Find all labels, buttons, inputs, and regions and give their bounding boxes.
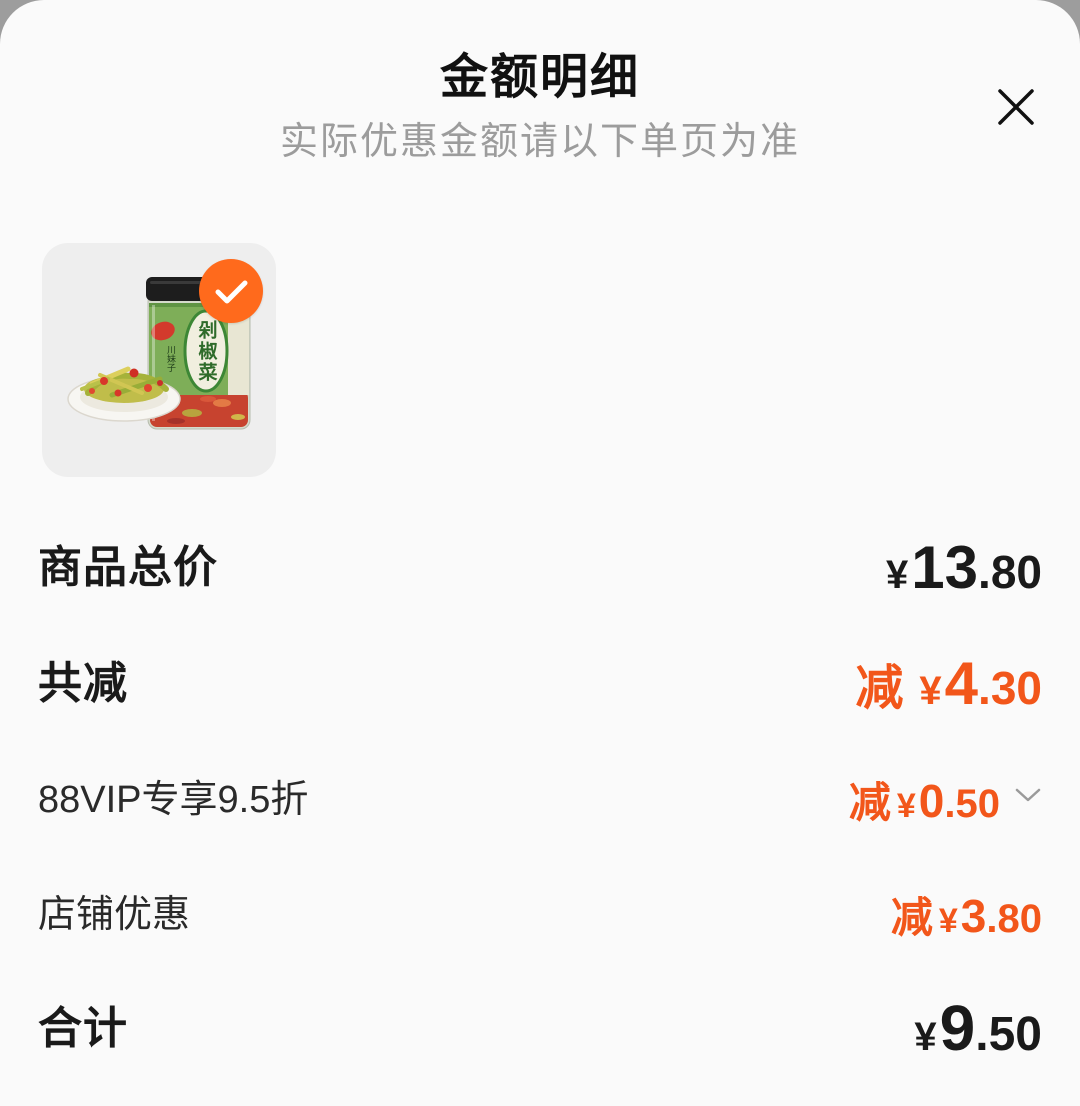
discount-row-store: 店铺优惠 减 ¥ 3.80: [38, 878, 1042, 942]
discount-row-88vip[interactable]: 88VIP专享9.5折 减 ¥ 0.50: [38, 763, 1042, 827]
discount-88vip-label: 88VIP专享9.5折: [38, 778, 309, 821]
amount-decimal: .80: [978, 545, 1042, 598]
chevron-down-icon[interactable]: [1014, 786, 1042, 804]
sheet-title: 金额明细: [439, 51, 640, 104]
total-discount-label: 共减: [38, 659, 128, 708]
amount-integer: 13: [911, 533, 979, 601]
grand-total-value: ¥ 9.50: [914, 991, 1042, 1065]
currency-symbol: ¥: [886, 552, 909, 597]
discount-88vip-amount: 0.50: [919, 774, 1000, 828]
grand-total-label: 合计: [38, 1004, 128, 1053]
amount-decimal: .50: [975, 1008, 1042, 1061]
close-icon: [998, 89, 1034, 125]
goods-total-label: 商品总价: [38, 543, 218, 592]
amount-decimal: .80: [986, 896, 1042, 941]
discount-prefix: 减: [848, 778, 891, 826]
discount-prefix: 减: [855, 662, 904, 715]
discount-store-value: 减 ¥ 3.80: [891, 884, 1042, 945]
currency-symbol: ¥: [919, 669, 942, 713]
goods-total-row: 商品总价 ¥ 13.80: [38, 531, 1042, 601]
amount-integer: 3: [960, 889, 987, 942]
amount-detail-sheet: 金额明细 实际优惠金额请以下单页为准 剁椒菜 川妹子 商品总价 ¥ 13.80 …: [0, 0, 1080, 1106]
amount-decimal: .50: [944, 781, 1000, 826]
grand-total-amount: 9.50: [940, 991, 1042, 1065]
total-discount-row: 共减 减 ¥ 4.30: [38, 647, 1042, 717]
currency-symbol: ¥: [938, 901, 958, 940]
close-button[interactable]: [994, 85, 1038, 129]
sheet-subtitle: 实际优惠金额请以下单页为准: [279, 121, 800, 163]
grand-total-row: 合计 ¥ 9.50: [38, 992, 1042, 1064]
discount-store-amount: 3.80: [961, 889, 1042, 943]
check-icon: [215, 280, 248, 304]
jar-label-text: 剁椒菜: [196, 319, 219, 383]
total-discount-value: 减 ¥ 4.30: [855, 648, 1042, 718]
goods-total-value: ¥ 13.80: [886, 533, 1042, 602]
goods-total-amount: 13.80: [911, 533, 1042, 602]
discount-store-label: 店铺优惠: [38, 893, 191, 936]
discount-88vip-value: 减 ¥ 0.50: [849, 769, 1000, 830]
amount-integer: 9: [939, 992, 976, 1064]
amount-integer: 0: [918, 774, 945, 827]
discount-prefix: 减: [890, 893, 933, 941]
currency-symbol: ¥: [914, 1015, 937, 1059]
selected-check-badge: [199, 259, 263, 323]
amount-integer: 4: [944, 650, 979, 717]
total-discount-amount: 4.30: [945, 649, 1042, 718]
amount-decimal: .30: [978, 662, 1042, 714]
currency-symbol: ¥: [896, 786, 916, 825]
jar-brand-text: 川妹子: [166, 345, 176, 372]
